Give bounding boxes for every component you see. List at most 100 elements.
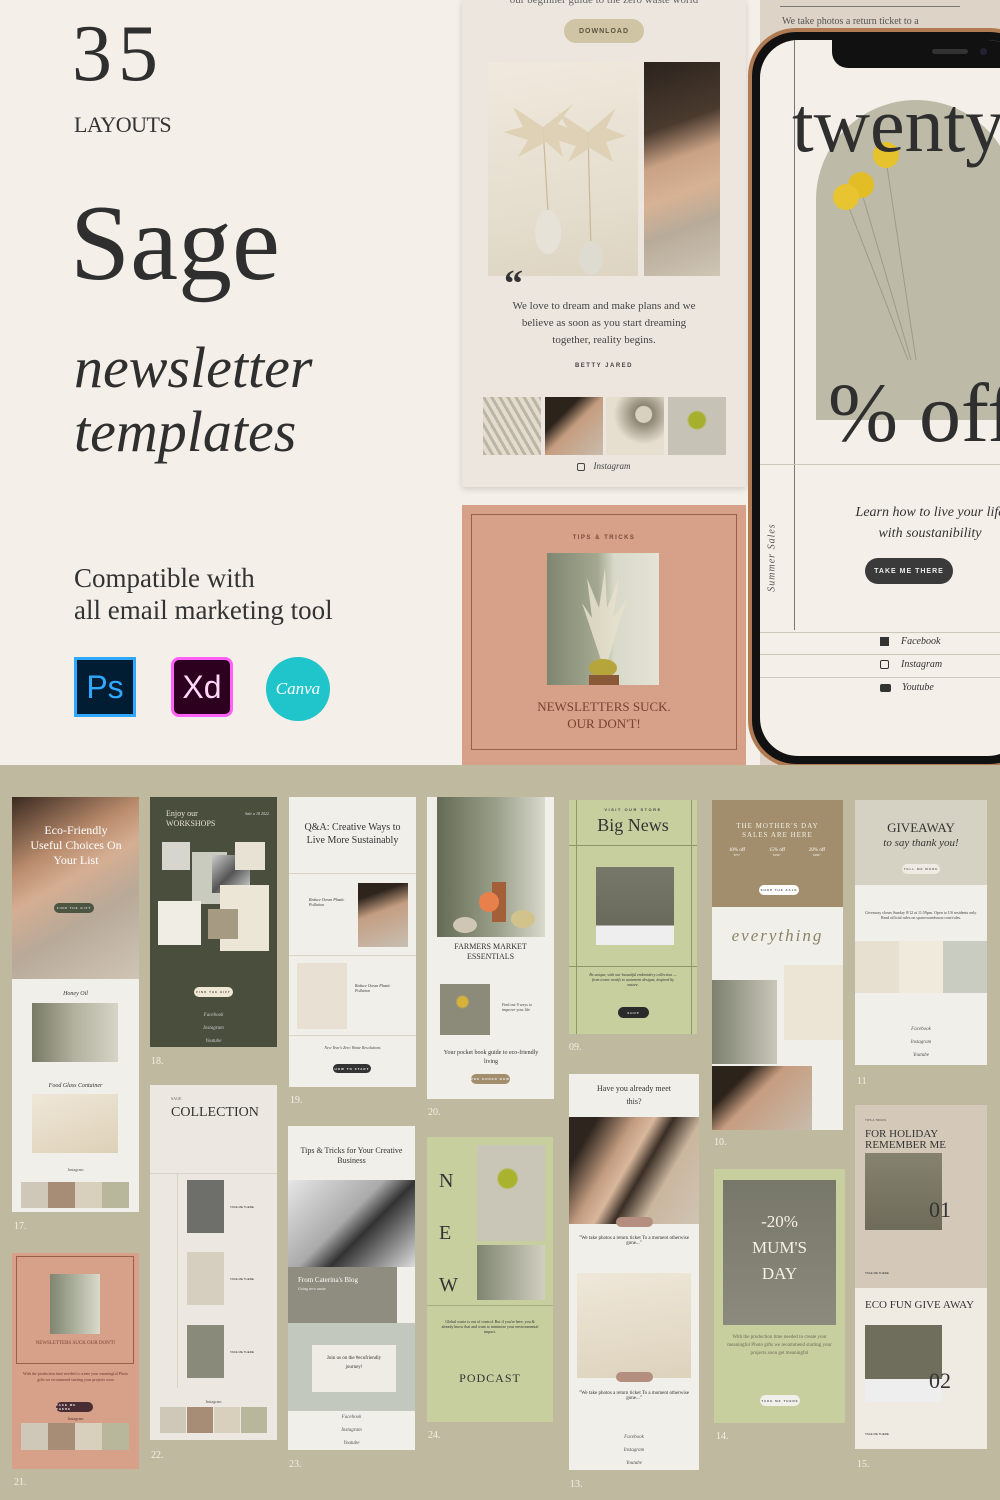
cta-button[interactable]: SHOP THE SALE [759,885,799,895]
cta-button[interactable]: TELL ME MORE [902,864,940,874]
cta-button[interactable]: TAKE ME THERE [760,1395,800,1406]
eyebrow: TIPS & TRICKS [865,1118,887,1122]
still-life-illustration [453,882,535,933]
photo-button[interactable] [616,1217,653,1227]
template-number: 10. [714,1137,727,1148]
section-title: ECO FUN GIVE AWAY [865,1299,975,1311]
template-number: 22. [151,1450,164,1461]
body-text: With the production time needed to creat… [22,1371,129,1382]
cta-link[interactable]: TAKE ME THERE [230,1350,254,1354]
thumb [241,1407,267,1433]
phone-tagline: Learn how to live your life with soustan… [810,502,1000,544]
cta-button[interactable]: FIND THE GIFT [194,987,233,997]
facebook-label: Facebook [901,636,941,647]
template-17[interactable]: Eco-Friendly Useful Choices On Your List… [12,797,139,1212]
cta-link[interactable]: TAKE ME THERE [865,1432,889,1436]
template-13[interactable]: Have you already meet this? "We take pho… [569,1074,699,1470]
vertical-letters: N E W [439,1155,458,1311]
section-number: 01 [929,1197,951,1222]
collection-photo [187,1252,224,1305]
facebook-link[interactable]: Facebook [288,1415,415,1420]
collage-photo [235,842,265,870]
facebook-link[interactable]: Facebook [569,1435,699,1440]
title-line: THE MOTHER'S DAY [736,822,819,830]
thumb [21,1182,48,1208]
cta-link[interactable]: TAKE ME THERE [230,1205,254,1209]
woman-portrait-photo [644,62,720,276]
instagram-link[interactable]: Instagram [880,659,942,670]
divider [569,845,697,846]
template-title: Tips & Tricks for Your Creative Business [300,1146,403,1165]
take-me-there-button[interactable]: TAKE ME THERE [865,558,953,584]
cta-button[interactable]: HOW TO START [333,1064,371,1073]
youtube-link[interactable]: Youtube [855,1053,987,1058]
blog-title: From Caterina's Blog [298,1276,358,1284]
template-11[interactable]: GIVEAWAY to say thank you! TELL ME MORE … [855,800,987,1065]
template-20[interactable]: FARMERS MARKET ESSENTIALS Find our 8 ways… [427,797,554,1099]
template-title: COLLECTION [171,1105,259,1120]
template-title: Big News [597,815,669,835]
gallery-photo [855,941,899,993]
download-button[interactable]: DOWNLOAD [564,19,644,43]
compatibility-text: Compatible with all email marketing tool [74,562,333,626]
facebook-link[interactable]: Facebook [880,636,940,647]
phone-notch [832,40,1000,68]
instagram-link[interactable]: Instagram [855,1040,987,1045]
template-number: 20. [428,1107,441,1118]
item-title: Reduce Ocean Plastic Pollution [355,983,391,993]
rule [177,1173,178,1388]
divider [289,873,416,874]
item-title: Reduce Ocean Plastic Pollution [309,897,345,907]
cta-link[interactable]: TAKE ME THERE [865,1271,889,1275]
cta-button[interactable]: FIND THE GIFT [54,903,94,913]
instagram-link[interactable]: Instagram [462,461,746,471]
template-24[interactable]: N E W Global waste is out of control. But … [427,1137,553,1422]
instagram-link[interactable]: Instagram [150,1399,277,1404]
youtube-link[interactable]: Youtube [569,1461,699,1466]
template-18[interactable]: Enjoy our WORKSHOPS Sale a 18 2022 FIND T… [150,797,277,1047]
instagram-link[interactable]: Instagram [12,1416,139,1421]
template-15[interactable]: TIPS & TRICKS FOR HOLIDAY REMEMBER ME 01… [855,1105,987,1449]
divider [289,1035,416,1036]
template-title: -20% MUM'S DAY [723,1209,836,1287]
phone-screen: twenty % off Summer Sales Learn how to l… [760,40,1000,756]
youtube-link[interactable]: Youtube [288,1441,415,1446]
template-21[interactable]: NEWSLETTERS SUCK OUR DON'T! With the pro… [12,1253,139,1469]
shop-button[interactable]: SHOP [618,1007,649,1018]
template-09[interactable]: VISIT OUR STORE Big News Be unique, with… [569,800,697,1034]
instagram-icon [577,462,586,471]
thumb-palm [483,397,541,455]
quote-text: "We take photos a return ticket To a mom… [579,1236,689,1246]
still-life-photo [712,980,777,1064]
thumb [214,1407,240,1433]
template-22[interactable]: SAGE COLLECTION TAKE ME THERE TAKE ME TH… [150,1085,277,1440]
template-23[interactable]: Tips & Tricks for Your Creative Business… [288,1126,415,1450]
divider [760,464,1000,465]
template-14[interactable]: -20% MUM'S DAY With the production time ne… [714,1169,845,1423]
xd-icon: Xd [171,657,233,717]
eyebrow: VISIT OUR STORE [604,807,662,812]
youtube-label: Youtube [902,682,934,693]
cta-link[interactable]: TAKE ME THERE [230,1277,254,1281]
facebook-link[interactable]: Facebook [855,1027,987,1032]
tips-headline: NEWSLETTERS SUCK. OUR DON'T! [462,698,746,732]
youtube-link[interactable]: Youtube [880,682,934,693]
template-10[interactable]: THE MOTHER'S DAY SALES ARE HERE 10% off $7… [712,800,843,1130]
instagram-link[interactable]: Instagram [569,1448,699,1453]
cta-button[interactable]: PRE ORDER NOW [471,1074,510,1084]
instagram-link[interactable]: Instagram [288,1428,415,1433]
divider [569,966,697,967]
section-title: FOR HOLIDAY REMEMBER ME [865,1128,946,1151]
cta-button[interactable]: TAKE ME THERE [56,1402,93,1412]
flowers-photo [440,984,490,1035]
youtube-link[interactable]: Youtube [150,1039,277,1044]
instagram-link[interactable]: Instagram [12,1167,139,1172]
facebook-link[interactable]: Facebook [150,1013,277,1018]
deal-min: $150+ [773,853,781,857]
template-19[interactable]: Q&A: Creative Ways to Live More Sustaina… [289,797,416,1087]
flowers-photo [297,963,347,1029]
subtitle-line-2: templates [74,399,297,464]
product-title: Sage [70,184,280,303]
photo-button[interactable] [616,1372,653,1382]
instagram-link[interactable]: Instagram [150,1026,277,1031]
